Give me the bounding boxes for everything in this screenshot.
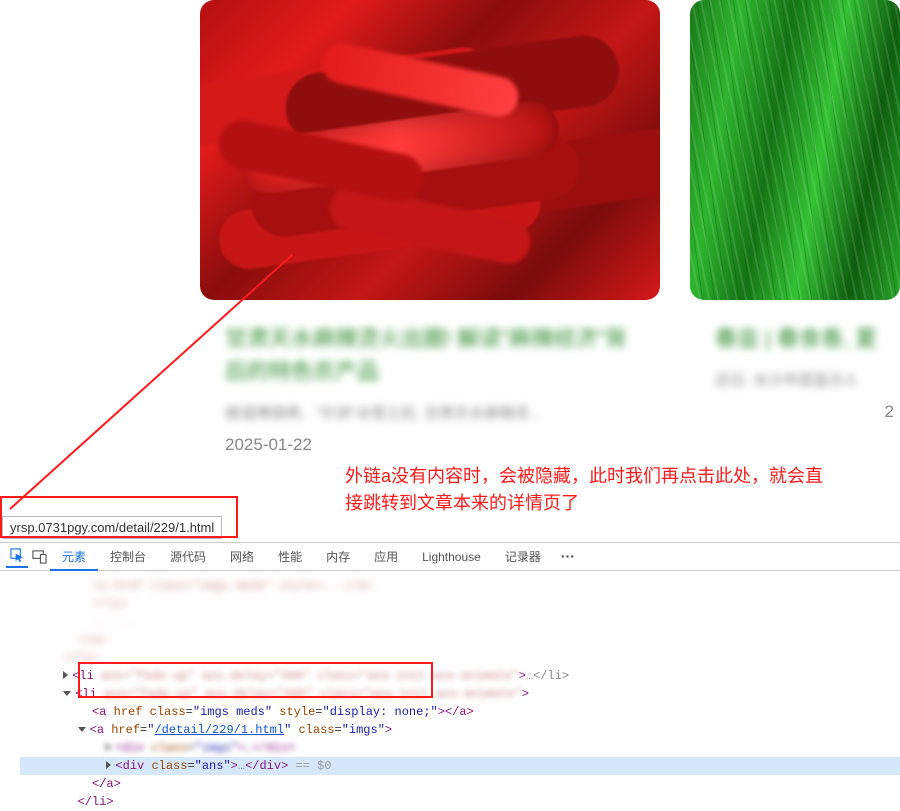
tab-memory[interactable]: 内存 xyxy=(314,543,362,571)
annotation-line2: 接跳转到文章本来的详情页了 xyxy=(345,493,579,513)
dom-line-selected[interactable]: <div class="ans">…</div> == $0 xyxy=(20,757,900,775)
dom-line-blur: </li> xyxy=(20,595,900,613)
tab-lighthouse[interactable]: Lighthouse xyxy=(410,543,493,571)
card-image[interactable] xyxy=(200,0,660,300)
card-image[interactable] xyxy=(690,0,900,300)
card-title[interactable]: 春韭 | 春食香, 夏 xyxy=(715,322,875,355)
tab-performance[interactable]: 性能 xyxy=(266,543,314,571)
card-description: 近日, 长沙市菜篮次人 xyxy=(715,369,875,390)
dom-line-a-hidden[interactable]: <a href class="imgs meds" style="display… xyxy=(20,703,900,721)
article-card[interactable]: 甘肃天水麻辣烫火出圈! 解读"麻辣经济"背后的特色农产品 继淄博烧烤、"尔滨"冰… xyxy=(200,0,660,508)
tab-network[interactable]: 网络 xyxy=(218,543,266,571)
devtools-panel: 元素 控制台 源代码 网络 性能 内存 应用 Lighthouse 记录器 <a… xyxy=(0,542,900,759)
dom-line-div-imgs[interactable]: <div class="imgs">…</div> xyxy=(20,739,900,757)
card-body: 春韭 | 春食香, 夏 近日, 长沙市菜篮次人 2 xyxy=(690,300,900,398)
dom-line-blur: ...... xyxy=(20,613,900,631)
dom-line-a-link[interactable]: <a href="/detail/229/1.html" class="imgs… xyxy=(20,721,900,739)
card-description: 继淄博烧烤、"尔滨"冰雪之后, 甘肃天水麻辣烫... xyxy=(225,402,635,423)
card-title[interactable]: 甘肃天水麻辣烫火出圈! 解读"麻辣经济"背后的特色农产品 xyxy=(225,322,635,388)
annotation-box-code xyxy=(78,662,433,698)
dom-line-blur: </a> xyxy=(20,631,900,649)
card-list: 甘肃天水麻辣烫火出圈! 解读"麻辣经济"背后的特色农产品 继淄博烧烤、"尔滨"冰… xyxy=(0,0,900,508)
device-icon[interactable] xyxy=(28,546,50,568)
tab-console[interactable]: 控制台 xyxy=(98,543,158,571)
devtools-tabbar: 元素 控制台 源代码 网络 性能 内存 应用 Lighthouse 记录器 xyxy=(0,543,900,571)
dom-line-blur: <a href class="imgs meds" style>...</a> xyxy=(20,577,900,595)
more-icon[interactable] xyxy=(557,546,579,568)
inspect-icon[interactable] xyxy=(6,546,28,568)
tab-elements[interactable]: 元素 xyxy=(50,543,98,571)
card-body: 甘肃天水麻辣烫火出圈! 解读"麻辣经济"背后的特色农产品 继淄博烧烤、"尔滨"冰… xyxy=(200,300,660,463)
card-date: 2025-01-22 xyxy=(225,435,635,455)
tab-recorder[interactable]: 记录器 xyxy=(493,543,553,571)
annotation-text: 外链a没有内容时，会被隐藏，此时我们再点击此处，就会直 接跳转到文章本来的详情页… xyxy=(345,463,900,517)
annotation-line1: 外链a没有内容时，会被隐藏，此时我们再点击此处，就会直 xyxy=(345,466,823,486)
dom-line-close-li[interactable]: </li> xyxy=(20,793,900,811)
annotation-box-url xyxy=(0,496,238,538)
dom-line-close-a[interactable]: </a> xyxy=(20,775,900,793)
card-date: 2 xyxy=(885,402,894,422)
tab-sources[interactable]: 源代码 xyxy=(158,543,218,571)
tab-application[interactable]: 应用 xyxy=(362,543,410,571)
article-card[interactable]: 春韭 | 春食香, 夏 近日, 长沙市菜篮次人 2 xyxy=(690,0,900,508)
